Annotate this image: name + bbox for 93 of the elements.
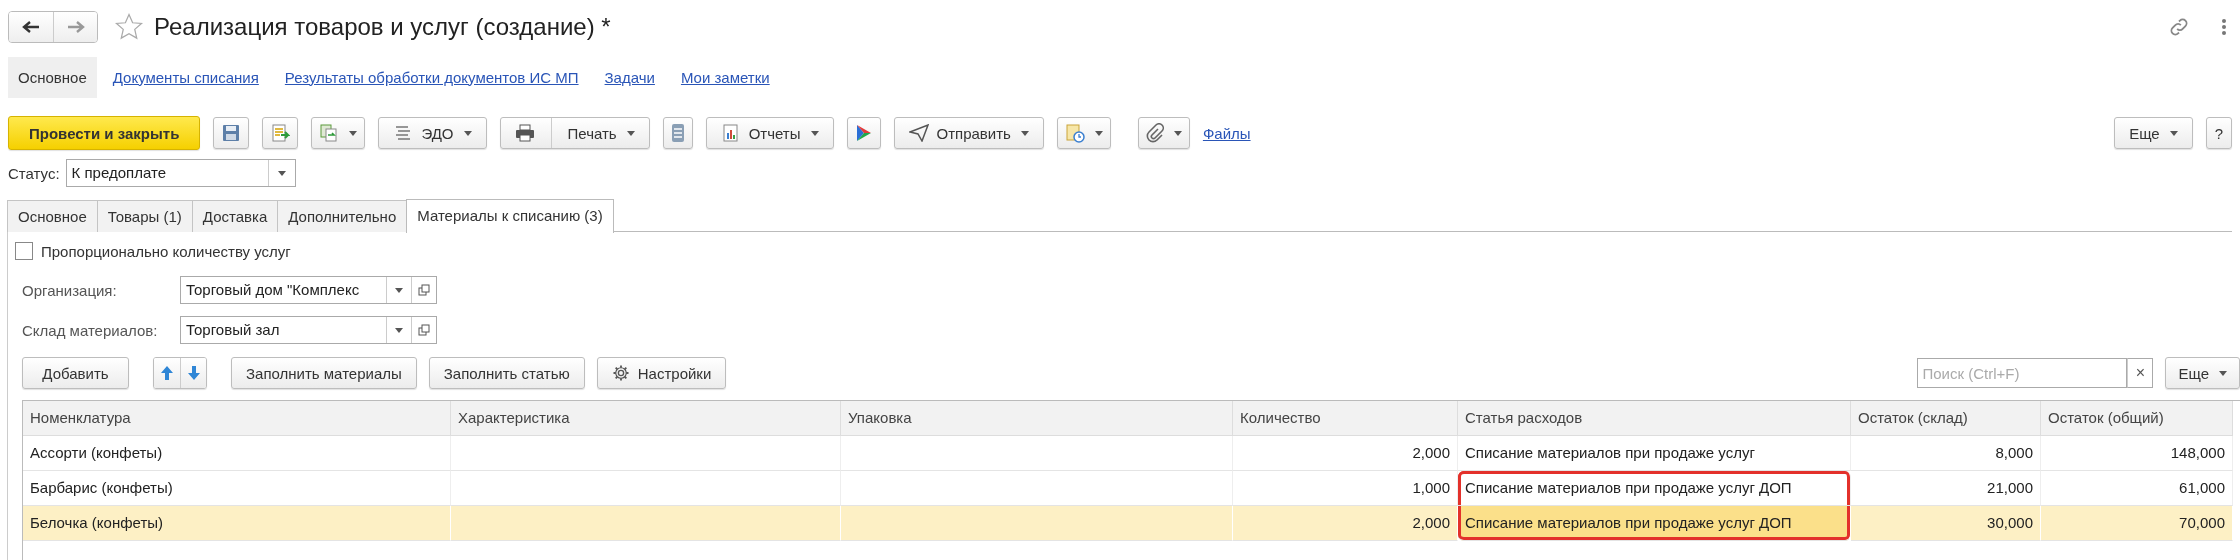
files-link[interactable]: Файлы	[1202, 124, 1251, 142]
edo-button[interactable]: ЭДО	[378, 117, 487, 149]
documents-icon	[319, 123, 340, 143]
table-cell: 2,000	[1233, 436, 1458, 471]
caret-icon	[1094, 130, 1103, 136]
link-icon[interactable]	[2168, 16, 2190, 38]
table-cell: 30,000	[1851, 506, 2041, 541]
field-label: Организация:	[22, 281, 118, 299]
more-options-icon[interactable]	[2220, 17, 2228, 37]
save-button[interactable]	[213, 117, 250, 149]
caret-icon	[277, 170, 286, 176]
report-chart-icon	[720, 123, 741, 143]
section-link[interactable]: Основное	[8, 56, 97, 98]
column-header[interactable]: Статья расходов	[1458, 401, 1851, 436]
post-and-close-button[interactable]: Провести и закрыть	[8, 116, 201, 150]
table-cell: Белочка (конфеты)	[23, 506, 451, 541]
paperclip-icon	[1145, 123, 1164, 143]
caret-icon	[2219, 370, 2227, 376]
status-label: Статус:	[8, 164, 60, 182]
caret-icon	[395, 287, 403, 293]
column-header[interactable]: Остаток (склад)	[1851, 401, 2041, 436]
caret-icon	[626, 130, 635, 136]
section-link[interactable]: Задачи	[594, 56, 665, 98]
printer-icon	[514, 124, 535, 142]
caret-icon	[810, 130, 819, 136]
tab[interactable]: Основное	[7, 200, 98, 232]
forward-arrow-icon	[66, 20, 85, 34]
tab[interactable]: Товары (1)	[96, 200, 193, 232]
paper-plane-icon	[908, 124, 929, 142]
create-based-on-button[interactable]	[311, 117, 366, 149]
clear-search-button[interactable]: ×	[2127, 358, 2154, 388]
checkbox-label[interactable]: Пропорционально количеству услуг	[41, 242, 291, 260]
list-button[interactable]	[662, 117, 693, 149]
more-button[interactable]: Еще	[2114, 117, 2193, 149]
back-arrow-icon	[22, 20, 40, 34]
table-cell: 2,000	[1233, 506, 1458, 541]
more-button[interactable]: Еще	[2165, 357, 2240, 389]
down-arrow-icon	[186, 365, 201, 381]
table-cell: Ассорти (конфеты)	[23, 436, 451, 471]
table-cell: Списание материалов при продаже услуг ДОП	[1458, 506, 1851, 541]
tab[interactable]: Материалы к списанию (3)	[406, 199, 614, 233]
window-title: Реализация товаров и услуг (создание) *	[154, 13, 611, 41]
play-button[interactable]	[846, 117, 881, 149]
section-link[interactable]: Мои заметки	[670, 56, 780, 98]
move-down-button[interactable]	[180, 358, 206, 388]
star-icon[interactable]	[114, 12, 144, 42]
section-link[interactable]: Документы списания	[102, 56, 269, 98]
input-field[interactable]: Торговый зал	[180, 316, 437, 344]
open-window-icon	[418, 284, 430, 296]
fill-materials-button[interactable]: Заполнить материалы	[231, 357, 417, 389]
help-button[interactable]: ?	[2205, 117, 2232, 149]
caret-icon	[2169, 130, 2178, 136]
document-arrow-icon	[270, 123, 291, 143]
table-cell: 148,000	[2041, 436, 2233, 471]
caret-icon	[1173, 130, 1182, 136]
attach-button[interactable]	[1137, 117, 1190, 149]
search-field[interactable]: Поиск (Ctrl+F)	[1917, 358, 2128, 388]
fill-article-button[interactable]: Заполнить статью	[428, 357, 585, 389]
table-cell: 8,000	[1851, 436, 2041, 471]
status-dropdown[interactable]: К предоплате	[65, 159, 296, 187]
field-label: Склад материалов:	[22, 321, 159, 339]
add-button[interactable]: Добавить	[22, 357, 129, 389]
column-header[interactable]: Характеристика	[451, 401, 841, 436]
table-cell: Списание материалов при продаже услуг ДОП	[1458, 471, 1851, 506]
caret-icon	[1020, 130, 1029, 136]
caret-icon	[395, 327, 403, 333]
document-clock-button[interactable]	[1056, 117, 1111, 149]
caret-icon	[349, 130, 358, 136]
settings-button[interactable]: Настройки	[596, 357, 727, 389]
caret-icon	[463, 130, 472, 136]
input-field[interactable]: Торговый дом "Комплекс	[180, 276, 437, 304]
column-header[interactable]: Количество	[1233, 401, 1458, 436]
reports-button[interactable]: Отчеты	[705, 117, 834, 149]
settings-icon	[611, 364, 630, 382]
back-button[interactable]	[9, 12, 53, 42]
table-cell: Списание материалов при продаже услуг	[1458, 436, 1851, 471]
tab[interactable]: Дополнительно	[277, 200, 408, 232]
up-arrow-icon	[160, 365, 174, 381]
section-link[interactable]: Результаты обработки документов ИС МП	[274, 56, 589, 98]
send-button[interactable]: Отправить	[893, 117, 1044, 149]
move-up-button[interactable]	[154, 358, 180, 388]
open-window-icon	[418, 324, 430, 336]
table-cell: 70,000	[2041, 506, 2233, 541]
checkbox[interactable]	[15, 242, 33, 260]
print-button[interactable]: Печать	[499, 117, 650, 149]
document-clock-icon	[1064, 123, 1085, 143]
post-document-button[interactable]	[262, 117, 299, 149]
colorful-triangle-icon	[854, 123, 873, 143]
column-header[interactable]: Упаковка	[841, 401, 1233, 436]
stacked-list-icon	[670, 123, 685, 143]
column-header[interactable]: Остаток (общий)	[2041, 401, 2233, 436]
column-header[interactable]: Номенклатура	[23, 401, 451, 436]
tab[interactable]: Доставка	[191, 200, 279, 232]
